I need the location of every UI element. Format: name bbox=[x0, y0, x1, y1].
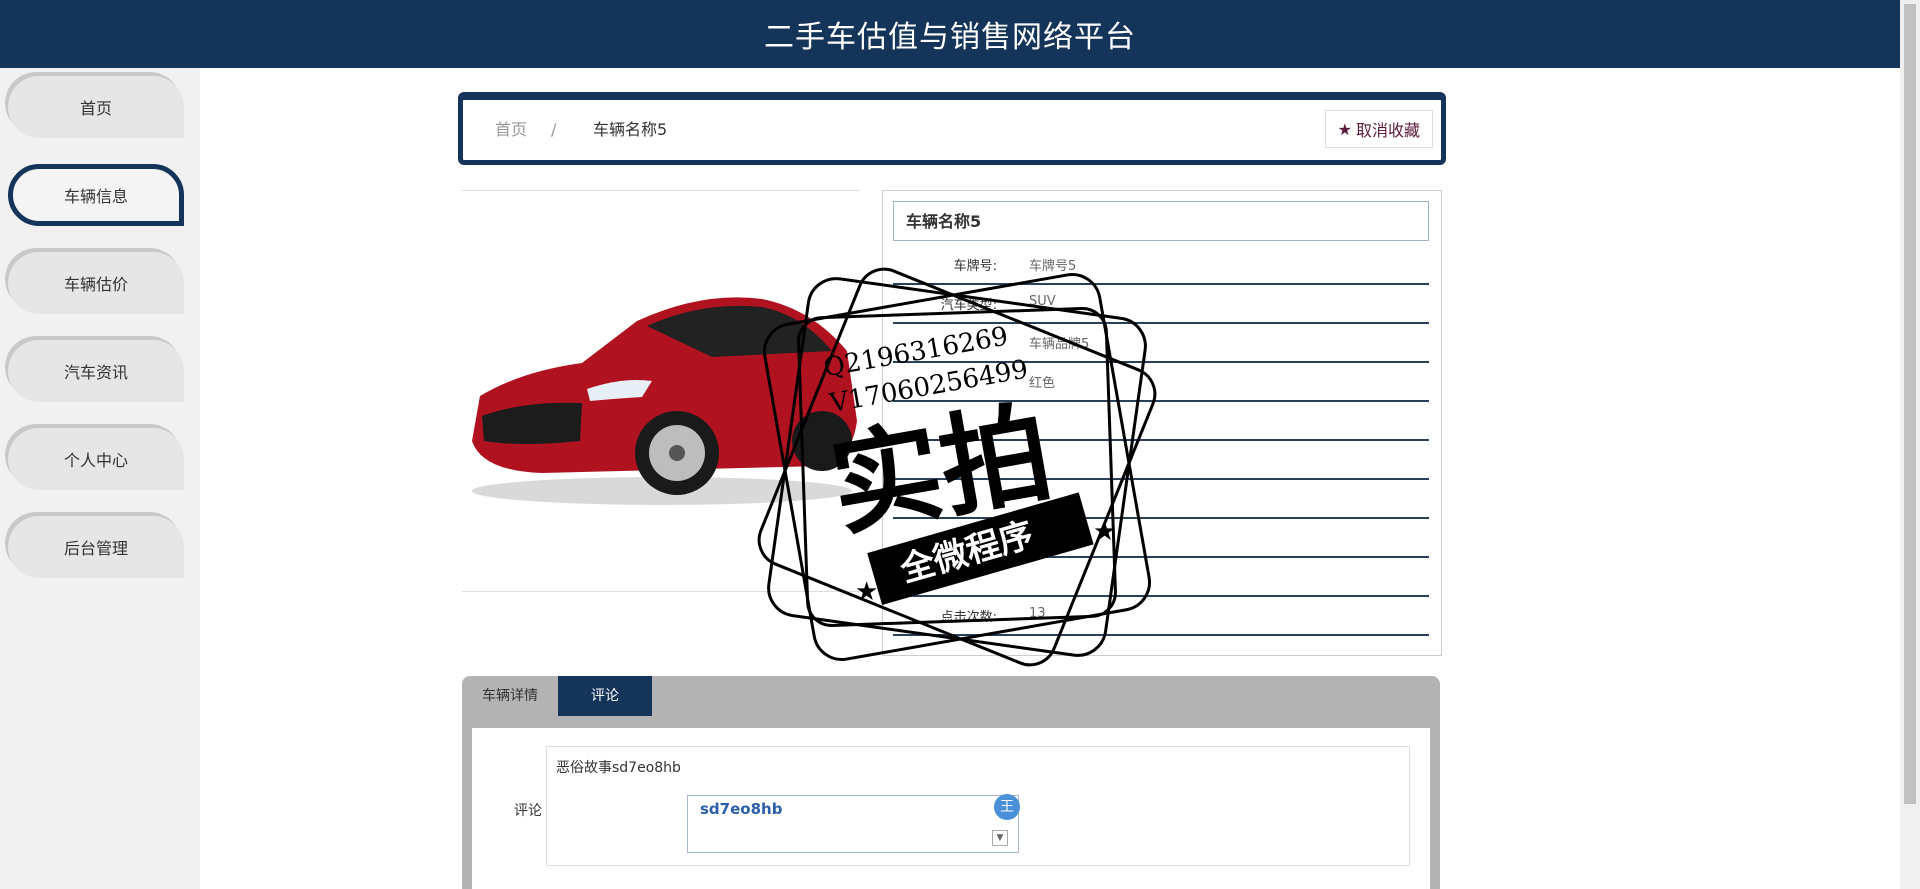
breadcrumb-current: 车辆名称5 bbox=[593, 120, 668, 139]
watermark-stamp: Q2196316269 V17060256499 实拍 全微程序 ★ ★ bbox=[757, 267, 1157, 667]
app-header: 二手车估值与销售网络平台 bbox=[0, 0, 1900, 68]
sidebar: 首页 车辆信息 车辆估价 汽车资讯 个人中心 后台管理 bbox=[0, 68, 200, 889]
sidebar-item-label: 汽车资讯 bbox=[63, 363, 128, 382]
sidebar-item-vehicle-info[interactable]: 车辆信息 bbox=[8, 164, 184, 226]
ime-badge-icon: 王 bbox=[994, 794, 1020, 820]
tab-label: 车辆详情 bbox=[482, 688, 538, 704]
comment-text: 恶俗故事sd7eo8hb bbox=[556, 760, 681, 776]
sidebar-item-label: 个人中心 bbox=[63, 451, 128, 470]
vehicle-name: 车辆名称5 bbox=[893, 201, 1429, 241]
star-icon: ★ bbox=[1093, 517, 1116, 547]
comment-textarea[interactable]: 恶俗故事sd7eo8hb sd7eo8hb 王 ▼ bbox=[546, 746, 1410, 866]
app-title: 二手车估值与销售网络平台 bbox=[764, 20, 1136, 55]
page-scrollbar[interactable] bbox=[1900, 0, 1920, 889]
ime-candidate-window[interactable]: sd7eo8hb 王 ▼ bbox=[687, 794, 1020, 853]
tab-comments[interactable]: 评论 bbox=[558, 676, 652, 716]
breadcrumb-separator: / bbox=[551, 120, 557, 139]
sidebar-item-car-news[interactable]: 汽车资讯 bbox=[8, 340, 184, 402]
star-icon: ★ bbox=[1337, 119, 1352, 139]
comment-label: 评论 bbox=[514, 803, 542, 819]
chevron-down-icon[interactable]: ▼ bbox=[992, 830, 1008, 846]
breadcrumb-home-link[interactable]: 首页 bbox=[495, 100, 527, 160]
star-icon: ★ bbox=[855, 577, 878, 607]
detail-tabs: 车辆详情 评论 评论 恶俗故事sd7eo8hb sd7eo8hb 王 ▼ bbox=[462, 676, 1440, 889]
scroll-thumb[interactable] bbox=[1904, 4, 1916, 804]
sidebar-item-label: 后台管理 bbox=[63, 539, 128, 558]
sidebar-item-admin[interactable]: 后台管理 bbox=[8, 516, 184, 578]
sidebar-item-label: 车辆估价 bbox=[63, 275, 128, 294]
sidebar-item-vehicle-valuation[interactable]: 车辆估价 bbox=[8, 252, 184, 314]
unfavorite-label: 取消收藏 bbox=[1355, 121, 1420, 140]
sidebar-item-personal-center[interactable]: 个人中心 bbox=[8, 428, 184, 490]
unfavorite-button[interactable]: ★ 取消收藏 bbox=[1324, 110, 1433, 148]
breadcrumb: 首页 / 车辆名称5 ★ 取消收藏 bbox=[458, 92, 1446, 165]
comment-form: 评论 恶俗故事sd7eo8hb sd7eo8hb 王 ▼ bbox=[472, 728, 1430, 889]
ime-composition: sd7eo8hb bbox=[700, 800, 783, 818]
tab-vehicle-details[interactable]: 车辆详情 bbox=[462, 676, 558, 716]
sidebar-item-label: 首页 bbox=[79, 99, 112, 118]
sidebar-item-home[interactable]: 首页 bbox=[8, 76, 184, 138]
tab-label: 评论 bbox=[591, 688, 619, 704]
sidebar-item-label: 车辆信息 bbox=[63, 187, 128, 206]
